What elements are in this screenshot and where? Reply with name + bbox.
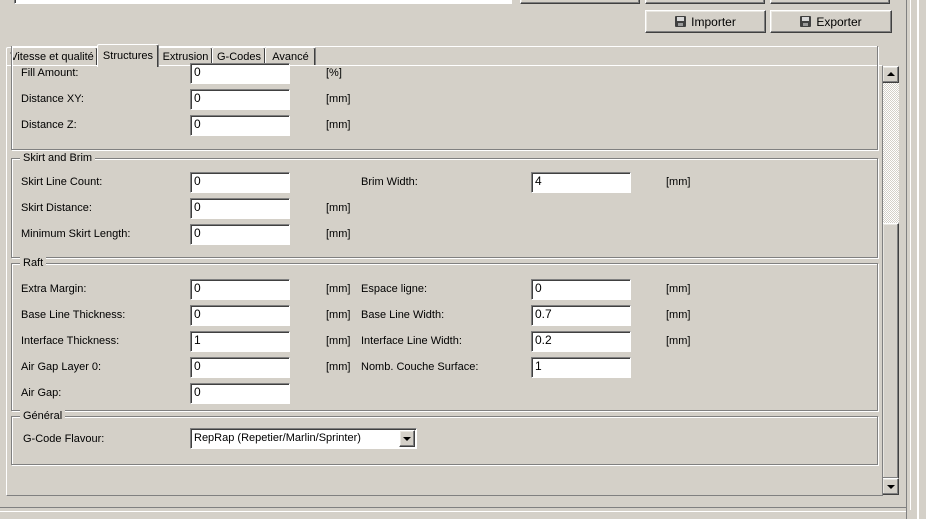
gcode-flavour-value: RepRap (Repetier/Marlin/Sprinter) — [194, 432, 361, 444]
fill-amount-input[interactable]: 0 — [190, 63, 290, 84]
scroll-thumb[interactable] — [882, 223, 899, 479]
brim-width-input[interactable]: 4 — [531, 172, 631, 193]
general-group: Général G-Code Flavour: RepRap (Repetier… — [11, 410, 878, 465]
interface-line-width-input[interactable]: 0.2 — [531, 331, 631, 352]
floppy-disk-icon — [800, 16, 812, 27]
interface-line-width-label: Interface Line Width: — [361, 335, 462, 347]
skirt-brim-group: Skirt and Brim Skirt Line Count: 0 Brim … — [11, 152, 878, 258]
import-button[interactable]: Importer — [645, 10, 766, 33]
scroll-up-button[interactable] — [882, 66, 899, 83]
interface-thickness-input[interactable]: 1 — [190, 331, 290, 352]
distance-z-unit: [mm] — [326, 119, 351, 131]
base-line-width-unit: [mm] — [666, 309, 691, 321]
min-skirt-length-label: Minimum Skirt Length: — [21, 228, 131, 240]
base-line-thickness-unit: [mm] — [326, 309, 351, 321]
interface-line-width-unit: [mm] — [666, 335, 691, 347]
min-skirt-length-unit: [mm] — [326, 228, 351, 240]
skirt-line-count-input[interactable]: 0 — [190, 172, 290, 193]
air-gap-input[interactable]: 0 — [190, 383, 290, 404]
window-frame-right — [906, 0, 926, 519]
general-title: Général — [20, 410, 66, 422]
skirt-distance-unit: [mm] — [326, 202, 351, 214]
extra-margin-input[interactable]: 0 — [190, 279, 290, 300]
arrow-down-icon — [887, 485, 895, 489]
import-button-label: Importer — [691, 14, 736, 29]
espace-ligne-unit: [mm] — [666, 283, 691, 295]
top-button-1[interactable] — [520, 0, 640, 4]
fill-amount-label: Fill Amount: — [21, 67, 79, 79]
export-button[interactable]: Exporter — [770, 10, 892, 33]
profile-combobox[interactable] — [14, 0, 512, 4]
dropdown-arrow-button[interactable] — [399, 430, 415, 447]
brim-width-label: Brim Width: — [361, 176, 418, 188]
base-line-thickness-input[interactable]: 0 — [190, 305, 290, 326]
vertical-scrollbar[interactable] — [882, 66, 899, 495]
brim-width-unit: [mm] — [666, 176, 691, 188]
raft-title: Raft — [20, 257, 47, 269]
surface-layers-input[interactable]: 1 — [531, 357, 631, 378]
distance-xy-unit: [mm] — [326, 93, 351, 105]
surface-layers-label: Nomb. Couche Surface: — [361, 361, 479, 373]
interface-thickness-unit: [mm] — [326, 335, 351, 347]
extra-margin-unit: [mm] — [326, 283, 351, 295]
skirt-brim-title: Skirt and Brim — [20, 152, 96, 164]
air-gap-layer0-unit: [mm] — [326, 361, 351, 373]
extra-margin-label: Extra Margin: — [21, 283, 87, 295]
distance-xy-label: Distance XY: — [21, 93, 84, 105]
skirt-distance-input[interactable]: 0 — [190, 198, 290, 219]
base-line-width-label: Base Line Width: — [361, 309, 445, 321]
structures-panel: Fill Amount: 0 [%] Distance XY: 0 [mm] D… — [6, 46, 883, 496]
gcode-flavour-select[interactable]: RepRap (Repetier/Marlin/Sprinter) — [190, 428, 417, 449]
min-skirt-length-input[interactable]: 0 — [190, 224, 290, 245]
espace-ligne-label: Espace ligne: — [361, 283, 428, 295]
distance-xy-input[interactable]: 0 — [190, 89, 290, 110]
top-button-2[interactable] — [645, 0, 765, 4]
skirt-distance-label: Skirt Distance: — [21, 202, 92, 214]
gcode-flavour-label: G-Code Flavour: — [23, 433, 105, 445]
espace-ligne-input[interactable]: 0 — [531, 279, 631, 300]
raft-group: Raft Extra Margin: 0 [mm] Espace ligne: … — [11, 257, 878, 411]
air-gap-layer0-input[interactable]: 0 — [190, 357, 290, 378]
floppy-disk-icon — [675, 16, 687, 27]
tab-structures[interactable]: Structures — [97, 44, 159, 67]
distance-z-label: Distance Z: — [21, 119, 77, 131]
arrow-up-icon — [887, 72, 895, 76]
base-line-width-input[interactable]: 0.7 — [531, 305, 631, 326]
export-button-label: Exporter — [816, 14, 862, 29]
base-line-thickness-label: Base Line Thickness: — [21, 309, 126, 321]
top-button-3[interactable] — [770, 0, 890, 4]
skirt-line-count-label: Skirt Line Count: — [21, 176, 103, 188]
interface-thickness-label: Interface Thickness: — [21, 335, 120, 347]
window-frame-bottom — [0, 507, 906, 519]
air-gap-label: Air Gap: — [21, 387, 62, 399]
chevron-down-icon — [403, 437, 411, 441]
fill-amount-unit: [%] — [326, 67, 342, 79]
scroll-down-button[interactable] — [882, 478, 899, 495]
air-gap-layer0-label: Air Gap Layer 0: — [21, 361, 102, 373]
distance-z-input[interactable]: 0 — [190, 115, 290, 136]
